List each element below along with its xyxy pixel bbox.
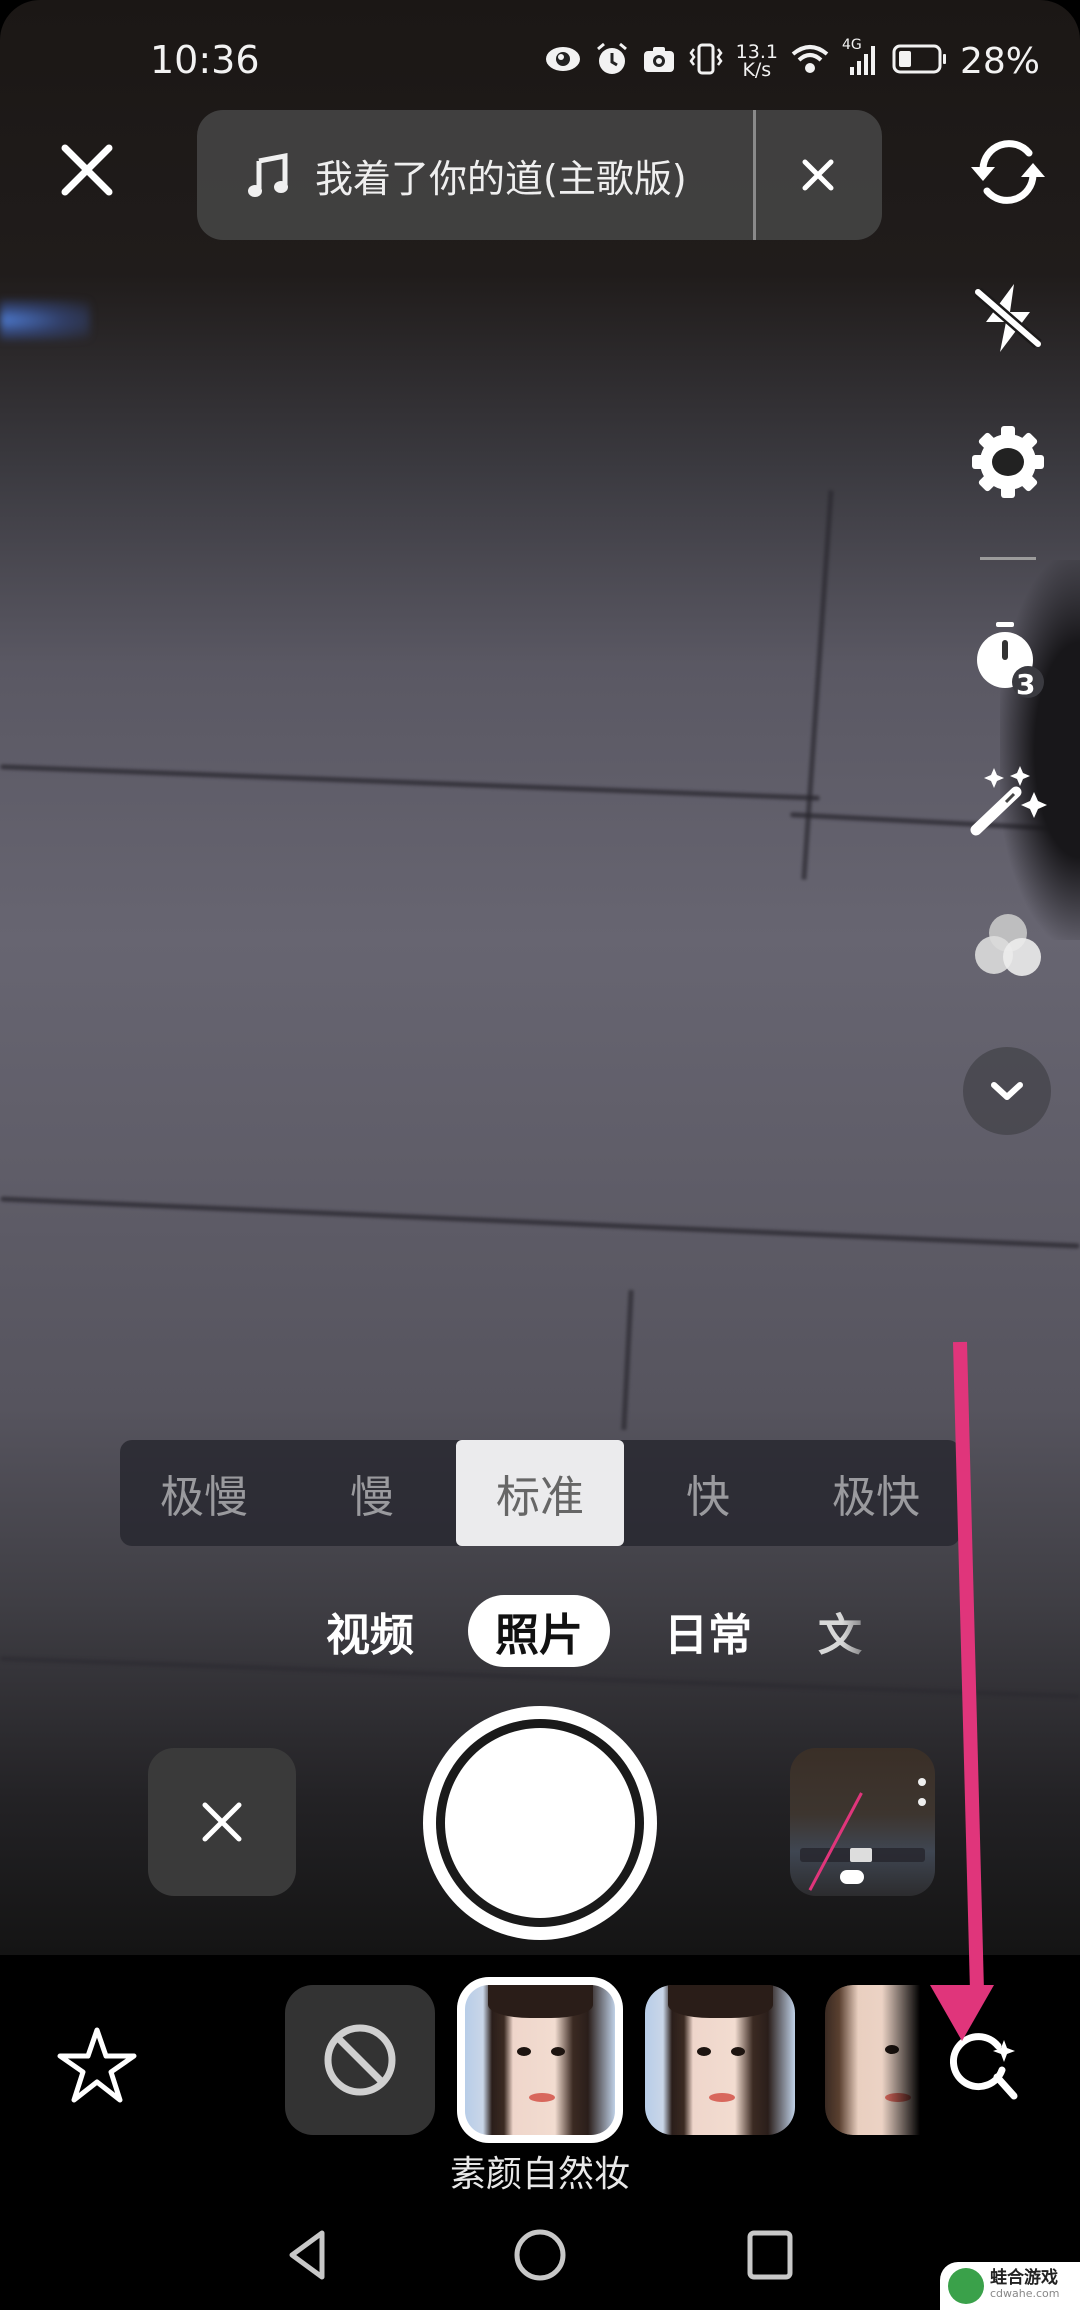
remove-music-button[interactable]: [795, 152, 841, 198]
alarm-icon: [594, 41, 630, 81]
nav-home-button[interactable]: [510, 2225, 570, 2285]
mode-tab-daily[interactable]: 日常: [648, 1595, 768, 1667]
filter-circles-icon: [975, 914, 1041, 976]
effect-item[interactable]: [645, 1985, 795, 2135]
favorite-effects-button[interactable]: [52, 2020, 142, 2110]
speed-option-normal[interactable]: 标准: [456, 1440, 624, 1546]
network-type: 4G: [841, 37, 862, 53]
capture-mode-tabs: 视频 照片 日常 文: [0, 1595, 1080, 1670]
net-speed-unit: K/s: [742, 59, 772, 81]
flash-toggle[interactable]: [963, 273, 1053, 363]
mode-tab-photo[interactable]: 照片: [468, 1595, 610, 1667]
close-icon: [61, 144, 113, 196]
more-tools-button[interactable]: [963, 1047, 1051, 1135]
vibrate-icon: [688, 41, 724, 81]
beauty-button[interactable]: [963, 755, 1053, 845]
nav-back-button[interactable]: [278, 2225, 338, 2285]
music-note-icon: [247, 152, 291, 203]
viewfinder-texture: [0, 764, 820, 801]
thumb-mode-selected: [840, 1870, 864, 1884]
viewfinder-texture: [621, 1289, 634, 1431]
no-effect-button[interactable]: [285, 1985, 435, 2135]
effect-thumbnail: [465, 1985, 615, 2135]
close-icon: [802, 159, 834, 191]
viewfinder-light-smudge: [0, 300, 90, 340]
speed-option-fast[interactable]: 快: [624, 1440, 792, 1546]
effect-item-natural-makeup[interactable]: [465, 1985, 615, 2135]
speed-selector: 极慢 慢 标准 快 极快: [120, 1440, 960, 1546]
signal-icon: 4G: [842, 37, 880, 81]
shutter-inner[interactable]: [445, 1728, 635, 1918]
close-icon: [202, 1802, 242, 1842]
selected-effect-label: 素颜自然妆: [449, 2154, 630, 2195]
close-button[interactable]: [55, 138, 119, 202]
eye-comfort-icon: [544, 44, 582, 78]
home-circle-icon: [514, 2229, 566, 2281]
settings-button[interactable]: [963, 417, 1053, 507]
battery-icon: [892, 43, 948, 79]
magic-wand-icon: [970, 766, 1047, 836]
wifi-icon: [790, 42, 830, 80]
tools-divider: [980, 557, 1036, 560]
music-divider: [753, 110, 756, 240]
thumb-icon: [918, 1798, 926, 1806]
status-time: 10:36: [150, 38, 260, 82]
cancel-button[interactable]: [148, 1748, 296, 1896]
filters-button[interactable]: [963, 900, 1053, 990]
star-icon: [57, 2027, 137, 2103]
effect-item[interactable]: [825, 1985, 920, 2135]
speed-option-slow[interactable]: 慢: [288, 1440, 456, 1546]
thumb-speed-selected: [850, 1848, 872, 1862]
watermark-name: 蛙合游戏: [990, 2268, 1058, 2288]
net-speed: 13.1 K/s: [736, 43, 778, 81]
recents-square-icon: [747, 2230, 793, 2280]
annotation-arrow-head: [930, 1985, 994, 2041]
viewfinder-texture: [801, 490, 834, 880]
chevron-down-icon: [991, 1082, 1023, 1100]
battery-percent: 28%: [959, 40, 1040, 82]
timer-button[interactable]: 3: [963, 615, 1053, 705]
gear-icon: [972, 426, 1044, 498]
effect-thumbnail: [825, 1985, 920, 2135]
back-triangle-icon: [289, 2230, 325, 2280]
watermark-logo-icon: [948, 2268, 984, 2304]
music-title[interactable]: 我着了你的道(主歌版): [315, 148, 687, 203]
recent-thumbnail[interactable]: [790, 1748, 935, 1896]
timer-icon: [977, 622, 1044, 698]
camera-icon: [642, 44, 676, 78]
nav-recents-button[interactable]: [740, 2225, 800, 2285]
timer-badge: 3: [1016, 668, 1036, 701]
viewfinder-texture: [0, 1196, 1080, 1249]
watermark: 蛙合游戏 cdwahe.com: [940, 2262, 1080, 2310]
flash-off-icon: [974, 284, 1042, 352]
speed-option-very-fast[interactable]: 极快: [792, 1440, 960, 1546]
flip-camera-icon: [971, 140, 1045, 204]
effect-thumbnail: [645, 1985, 795, 2135]
no-effect-icon: [324, 2024, 396, 2096]
watermark-domain: cdwahe.com: [990, 2287, 1060, 2300]
flip-camera-button[interactable]: [963, 127, 1053, 217]
status-icons: 13.1 K/s 4G 28%: [544, 36, 1040, 86]
mode-tab-text[interactable]: 文: [818, 1595, 898, 1667]
thumb-icon: [918, 1778, 926, 1786]
mode-tab-video[interactable]: 视频: [310, 1595, 430, 1667]
music-selector[interactable]: 我着了你的道(主歌版): [197, 110, 882, 240]
speed-option-very-slow[interactable]: 极慢: [120, 1440, 288, 1546]
